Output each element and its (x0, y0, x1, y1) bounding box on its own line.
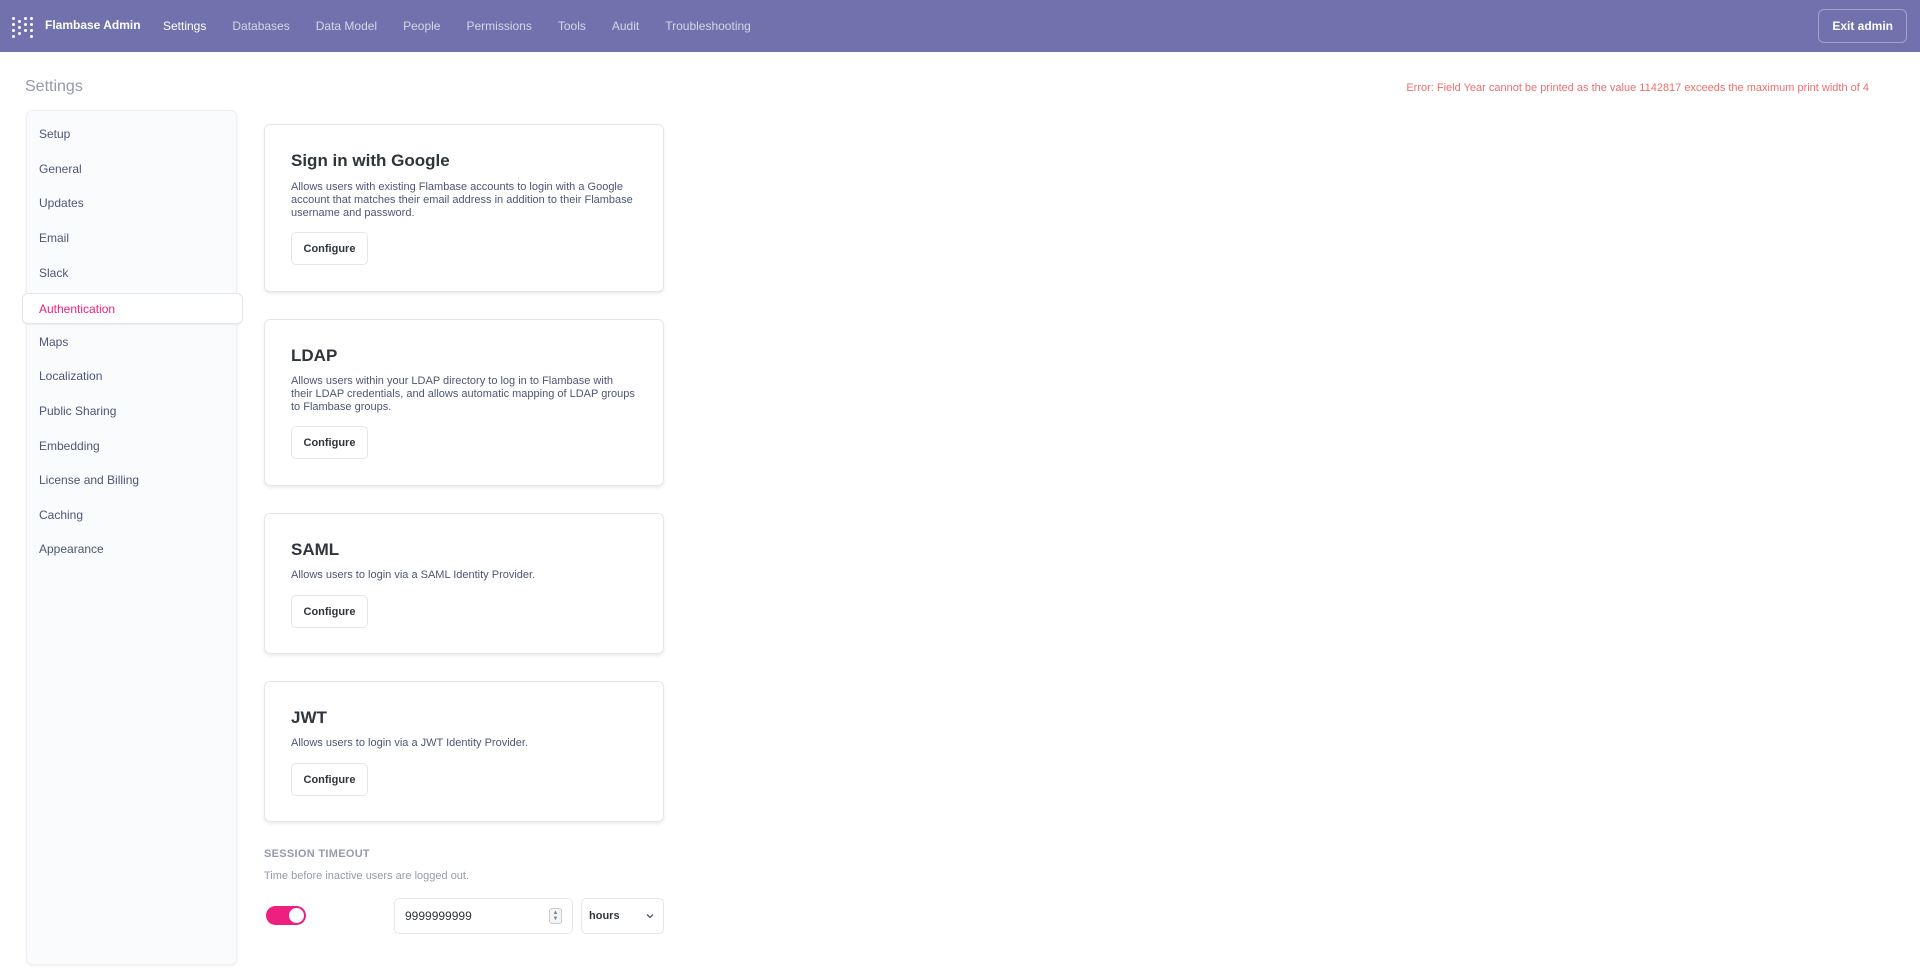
number-spinner-icon[interactable]: ▲ ▼ (549, 908, 562, 924)
card-description-line: Allows users to login via a SAML Identit… (291, 569, 536, 581)
card-description-line: to Flambase groups. (291, 401, 392, 413)
card-description-line: username and password. (291, 207, 415, 219)
card-description: Allows users to login via a SAML Identit… (291, 569, 646, 582)
card-description-line: Allows users with existing Flambase acco… (291, 181, 623, 193)
ldap-configure-button[interactable]: Configure (291, 426, 368, 459)
sidebar-item-caching[interactable]: Caching (39, 508, 83, 522)
nav-permissions[interactable]: Permissions (466, 19, 531, 33)
page-title: Settings (25, 78, 83, 95)
sidebar-item-public-sharing[interactable]: Public Sharing (39, 404, 116, 418)
brand-name[interactable]: Flambase Admin (45, 18, 141, 32)
top-navbar: Flambase Admin Settings Databases Data M… (0, 0, 1920, 52)
session-timeout-title: SESSION TIMEOUT (264, 848, 370, 860)
flambase-logo-icon[interactable] (12, 15, 34, 38)
card-description-line: Allows users to login via a JWT Identity… (291, 737, 529, 749)
nav-tools[interactable]: Tools (558, 19, 586, 33)
admin-nav-links: Settings Databases Data Model People Per… (150, 0, 764, 52)
spinner-down-icon[interactable]: ▼ (553, 916, 559, 922)
card-description: Allows users to login via a JWT Identity… (291, 737, 646, 750)
card-description-line: Allows users within your LDAP directory … (291, 375, 613, 387)
sidebar-item-general[interactable]: General (39, 162, 82, 176)
session-timeout-amount-input[interactable] (394, 898, 573, 934)
sidebar-item-appearance[interactable]: Appearance (39, 542, 104, 556)
session-timeout-unit-select[interactable]: hours (581, 898, 664, 934)
nav-people[interactable]: People (403, 19, 440, 33)
session-timeout-description: Time before inactive users are logged ou… (264, 870, 470, 882)
nav-databases[interactable]: Databases (232, 19, 289, 33)
settings-sidebar: Setup General Updates Email Slack Authen… (22, 110, 243, 965)
saml-configure-button[interactable]: Configure (291, 595, 368, 628)
card-title: JWT (291, 708, 327, 727)
nav-data-model[interactable]: Data Model (316, 19, 377, 33)
sidebar-item-setup[interactable]: Setup (39, 127, 70, 141)
chevron-down-icon (646, 914, 654, 919)
selected-unit: hours (589, 910, 620, 922)
session-timeout-toggle[interactable] (266, 906, 306, 925)
card-description-line: their LDAP credentials, and allows autom… (291, 388, 635, 400)
ldap-auth-card: LDAP Allows users within your LDAP direc… (264, 319, 664, 486)
sidebar-item-embedding[interactable]: Embedding (39, 439, 100, 453)
card-description: Allows users with existing Flambase acco… (291, 181, 646, 220)
sidebar-item-updates[interactable]: Updates (39, 196, 84, 210)
card-title: Sign in with Google (291, 151, 450, 170)
jwt-configure-button[interactable]: Configure (291, 763, 368, 796)
sidebar-item-email[interactable]: Email (39, 231, 69, 245)
card-title: LDAP (291, 346, 338, 365)
saml-auth-card: SAML Allows users to login via a SAML Id… (264, 513, 664, 654)
card-description-line: account that matches their email address… (291, 194, 633, 206)
nav-settings[interactable]: Settings (163, 19, 206, 33)
sidebar-item-license-and-billing[interactable]: License and Billing (39, 473, 139, 487)
google-configure-button[interactable]: Configure (291, 232, 368, 265)
error-message: Error: Field Year cannot be printed as t… (1406, 82, 1869, 94)
sidebar-item-slack[interactable]: Slack (39, 266, 68, 280)
nav-troubleshooting[interactable]: Troubleshooting (665, 19, 751, 33)
google-auth-card: Sign in with Google Allows users with ex… (264, 124, 664, 292)
card-title: SAML (291, 540, 340, 559)
sidebar-item-maps[interactable]: Maps (39, 335, 68, 349)
sidebar-item-authentication[interactable]: Authentication (22, 293, 243, 324)
jwt-auth-card: JWT Allows users to login via a JWT Iden… (264, 681, 664, 822)
sidebar-item-localization[interactable]: Localization (39, 369, 102, 383)
nav-audit[interactable]: Audit (612, 19, 639, 33)
card-description: Allows users within your LDAP directory … (291, 375, 646, 414)
exit-admin-button[interactable]: Exit admin (1818, 9, 1907, 43)
toggle-knob (289, 908, 304, 923)
